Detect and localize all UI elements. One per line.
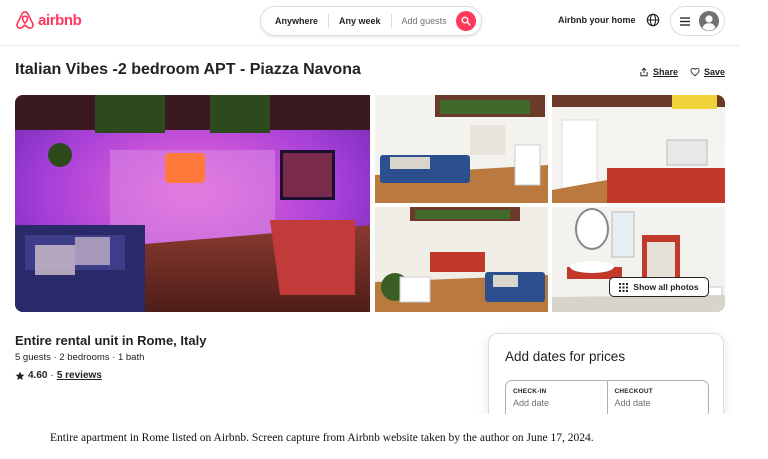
checkout-value: Add date xyxy=(614,398,651,408)
gallery-photo-2[interactable] xyxy=(375,95,548,203)
listing-actions: Share Save xyxy=(639,67,725,77)
grid-dots-icon xyxy=(619,282,629,292)
show-all-photos-label: Show all photos xyxy=(633,282,699,292)
brand-name: airbnb xyxy=(38,11,82,29)
living-room-photo xyxy=(15,95,370,312)
globe-icon[interactable] xyxy=(646,13,660,27)
top-nav: airbnb Anywhere Any week Add guests Airb… xyxy=(0,0,740,46)
listing-title: Italian Vibes -2 bedroom APT - Piazza Na… xyxy=(15,61,361,78)
figure-caption: Entire apartment in Rome listed on Airbn… xyxy=(50,432,594,444)
sofa-room-photo xyxy=(375,95,548,203)
reviews-link[interactable]: 5 reviews xyxy=(57,370,102,381)
kitchen-photo xyxy=(552,95,725,203)
checkin-label: CHECK-IN xyxy=(513,388,547,395)
show-all-photos-button[interactable]: Show all photos xyxy=(609,277,709,297)
hamburger-icon xyxy=(680,16,690,26)
airbnb-logo[interactable]: airbnb xyxy=(15,9,82,31)
search-button[interactable] xyxy=(456,11,476,31)
share-icon xyxy=(640,67,648,77)
share-button[interactable]: Share xyxy=(639,67,678,77)
booking-card-title: Add dates for prices xyxy=(505,349,626,364)
rating-row: 4.60 · 5 reviews xyxy=(15,370,102,381)
gallery-photo-main[interactable] xyxy=(15,95,370,312)
search-bar[interactable]: Anywhere Any week Add guests xyxy=(260,6,482,36)
checkin-value: Add date xyxy=(513,398,550,408)
rating-separator: · xyxy=(50,370,54,381)
search-icon xyxy=(461,16,471,26)
open-space-photo xyxy=(375,207,548,312)
checkout-label: CHECKOUT xyxy=(614,388,653,395)
search-add-guests[interactable]: Add guests xyxy=(392,16,457,26)
user-avatar-icon xyxy=(699,11,719,31)
rating-value: 4.60 xyxy=(28,370,48,381)
gallery-photo-3[interactable] xyxy=(552,95,725,203)
share-label: Share xyxy=(652,67,678,77)
listing-type: Entire rental unit in Rome, Italy xyxy=(15,333,207,348)
star-icon xyxy=(15,371,25,380)
save-button[interactable]: Save xyxy=(690,67,725,77)
heart-icon xyxy=(690,67,700,77)
save-label: Save xyxy=(703,67,725,77)
search-any-week[interactable]: Any week xyxy=(329,16,391,26)
airbnb-logo-icon xyxy=(16,11,34,29)
user-menu-button[interactable] xyxy=(670,6,725,36)
airbnb-your-home-link[interactable]: Airbnb your home xyxy=(558,15,636,25)
listing-details: 5 guests · 2 bedrooms · 1 bath xyxy=(15,352,145,363)
gallery-photo-4[interactable] xyxy=(375,207,548,312)
search-anywhere[interactable]: Anywhere xyxy=(261,16,328,26)
figure-caption-area: Entire apartment in Rome listed on Airbn… xyxy=(0,414,768,459)
